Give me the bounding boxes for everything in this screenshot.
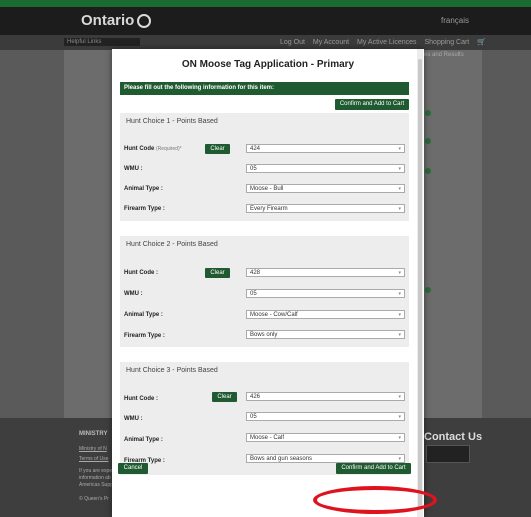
chevron-down-icon: ▾: [398, 394, 401, 400]
contact-us-heading: Contact Us: [424, 431, 483, 443]
clear-button[interactable]: Clear: [205, 144, 230, 154]
hunt-code-label: Hunt Code :: [124, 270, 158, 276]
modal-scrollbar-thumb[interactable]: [418, 59, 422, 507]
footer-link[interactable]: Ministry of N: [79, 446, 107, 452]
shopping-cart-link[interactable]: Shopping Cart: [425, 39, 470, 46]
phone-icon: [426, 445, 470, 463]
hunt-code-label: Hunt Code :: [124, 396, 158, 402]
hunt-code-select[interactable]: 428 ▾: [246, 268, 405, 277]
chevron-down-icon: ▾: [398, 312, 401, 318]
animal-type-select[interactable]: Moose - Calf ▾: [246, 433, 405, 442]
highlight-circle: [313, 486, 437, 514]
footer-copyright: © Queen's Pr: [79, 496, 109, 502]
chevron-down-icon: ▾: [398, 146, 401, 152]
chevron-down-icon: ▾: [398, 206, 401, 212]
chevron-down-icon: ▾: [398, 414, 401, 420]
hunt-choice-section-3: Hunt Choice 3 - Points Based Hunt Code :…: [120, 362, 409, 475]
animal-type-select[interactable]: Moose - Bull ▾: [246, 184, 405, 193]
wmu-label: WMU :: [124, 166, 143, 172]
application-modal: ON Moose Tag Application - Primary Pleas…: [112, 49, 424, 517]
hunt-code-label: Hunt Code (Required)*: [124, 146, 182, 152]
clear-button[interactable]: Clear: [212, 392, 237, 402]
confirm-add-to-cart-button-top[interactable]: Confirm and Add to Cart: [335, 99, 409, 110]
footer-info: information ab: [79, 475, 111, 481]
help-icon: [425, 168, 431, 174]
instructions-bar: Please fill out the following informatio…: [120, 82, 409, 95]
wmu-select[interactable]: 05 ▾: [246, 412, 405, 421]
shopping-cart-icon[interactable]: 🛒: [477, 39, 486, 46]
chevron-down-icon: ▾: [398, 270, 401, 276]
section-title: Hunt Choice 1 - Points Based: [126, 118, 218, 125]
log-out-link[interactable]: Log Out: [280, 39, 305, 46]
wmu-label: WMU :: [124, 291, 143, 297]
confirm-add-to-cart-button-bottom[interactable]: Confirm and Add to Cart: [336, 463, 411, 474]
footer-ministry-heading: MINISTRY: [79, 431, 108, 437]
top-strip: [0, 0, 531, 7]
firearm-type-select[interactable]: Every Firearm ▾: [246, 204, 405, 213]
ontario-logo[interactable]: Ontario: [81, 12, 152, 29]
clear-button[interactable]: Clear: [205, 268, 230, 278]
hunt-choice-section-2: Hunt Choice 2 - Points Based Hunt Code :…: [120, 236, 409, 347]
my-active-licences-link[interactable]: My Active Licences: [357, 39, 417, 46]
help-icon: [425, 287, 431, 293]
animal-type-label: Animal Type :: [124, 437, 163, 443]
wmu-label: WMU :: [124, 416, 143, 422]
animal-type-label: Animal Type :: [124, 186, 163, 192]
my-account-link[interactable]: My Account: [313, 39, 349, 46]
firearm-type-label: Firearm Type :: [124, 333, 165, 339]
hunt-code-select[interactable]: 424 ▾: [246, 144, 405, 153]
chevron-down-icon: ▾: [398, 332, 401, 338]
help-icon: [425, 138, 431, 144]
trillium-logo-icon: [137, 14, 152, 28]
chevron-down-icon: ▾: [398, 166, 401, 172]
wmu-select[interactable]: 05 ▾: [246, 164, 405, 173]
language-link[interactable]: français: [441, 16, 469, 25]
background-results-text: es and Results: [424, 52, 464, 58]
footer-info: Americas Supp: [79, 482, 113, 488]
wmu-select[interactable]: 05 ▾: [246, 289, 405, 298]
animal-type-label: Animal Type :: [124, 312, 163, 318]
chevron-down-icon: ▾: [398, 435, 401, 441]
firearm-type-select[interactable]: Bows and gun seasons ▾: [246, 454, 405, 463]
help-icon: [425, 110, 431, 116]
section-title: Hunt Choice 2 - Points Based: [126, 241, 218, 248]
animal-type-select[interactable]: Moose - Cow/Calf ▾: [246, 310, 405, 319]
footer-info: If you are expe: [79, 468, 113, 474]
firearm-type-label: Firearm Type :: [124, 206, 165, 212]
section-title: Hunt Choice 3 - Points Based: [126, 367, 218, 374]
helpful-links-button[interactable]: Helpful Links: [64, 38, 140, 46]
hunt-choice-section-1: Hunt Choice 1 - Points Based Hunt Code (…: [120, 113, 409, 221]
cancel-button[interactable]: Cancel: [118, 463, 148, 474]
chevron-down-icon: ▾: [398, 291, 401, 297]
modal-title: ON Moose Tag Application - Primary: [181, 59, 355, 70]
account-nav: Log Out My Account My Active Licences Sh…: [280, 38, 492, 46]
footer-link[interactable]: Terms of Use: [79, 456, 108, 462]
hunt-code-select[interactable]: 426 ▾: [246, 392, 405, 401]
chevron-down-icon: ▾: [398, 186, 401, 192]
firearm-type-select[interactable]: Bows only ▾: [246, 330, 405, 339]
